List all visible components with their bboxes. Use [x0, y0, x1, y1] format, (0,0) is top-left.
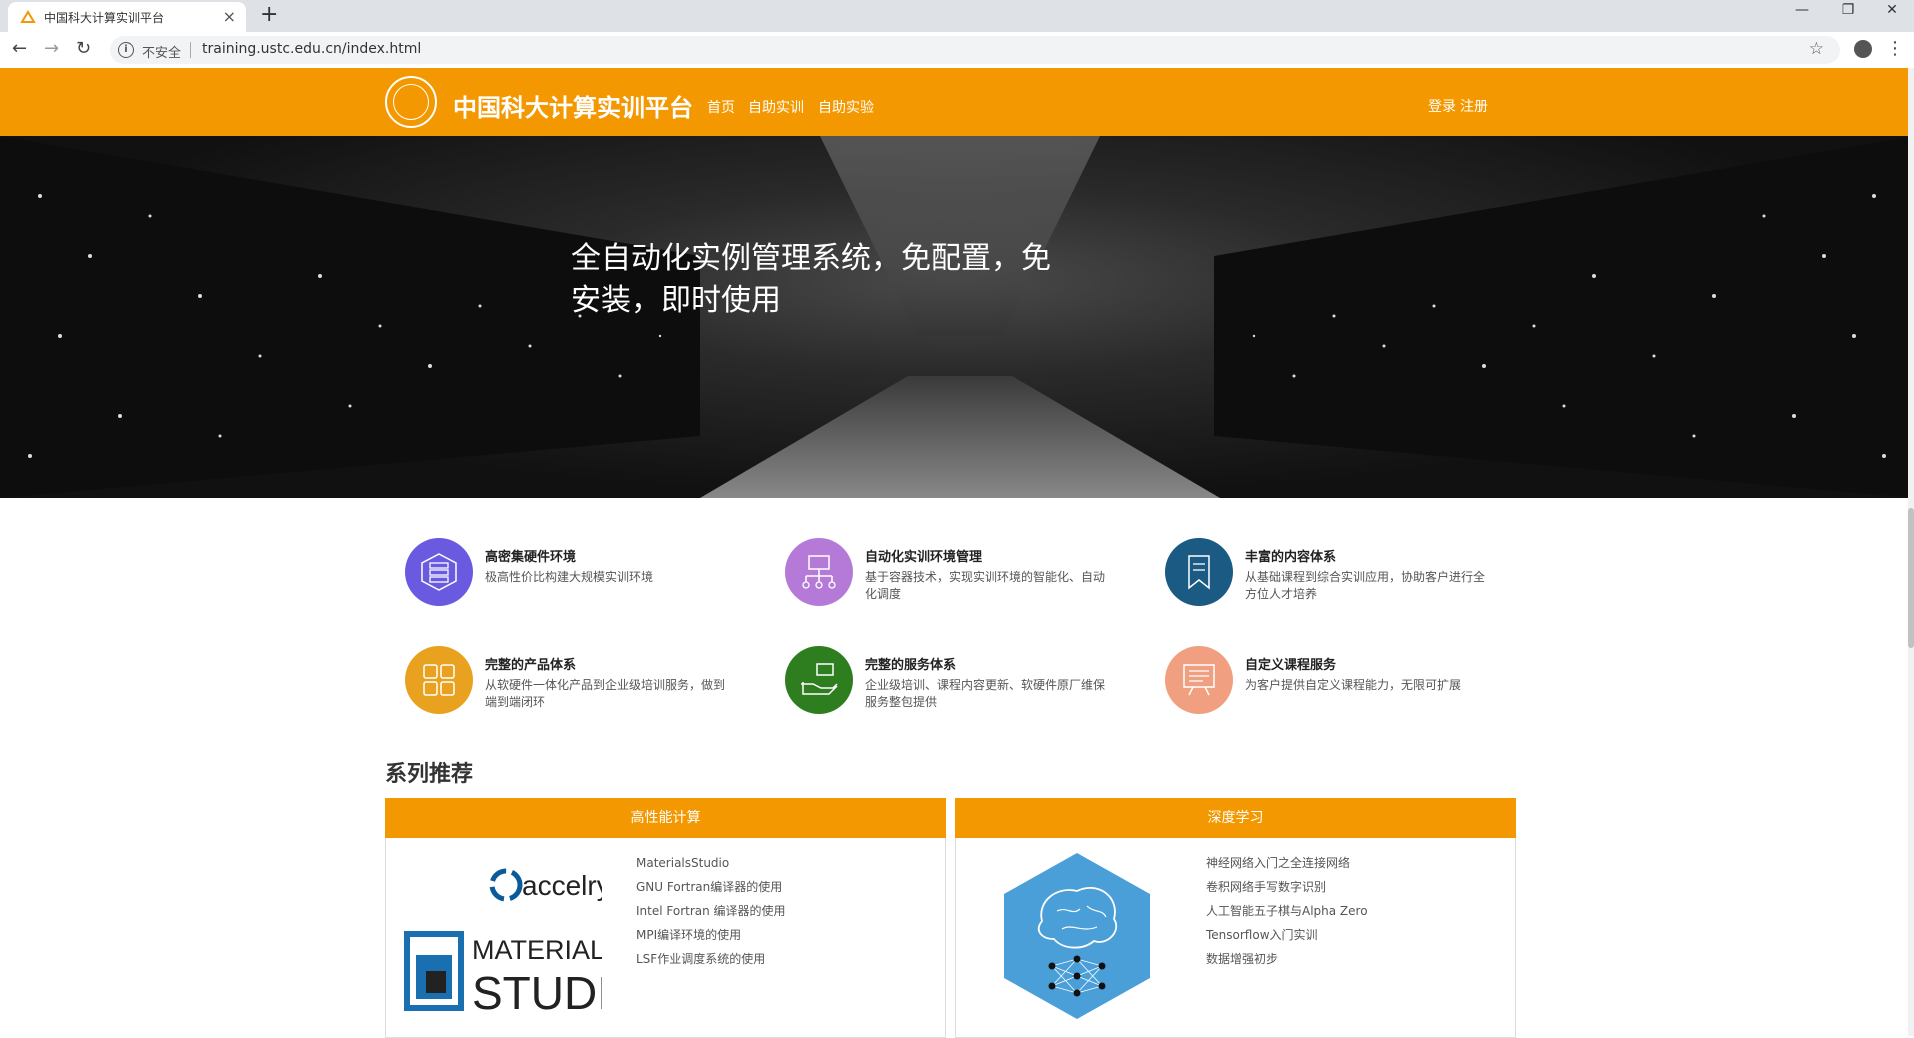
bookmark-star-icon[interactable]: ☆ [1809, 39, 1824, 59]
nav-self-training[interactable]: 自助实训 [748, 97, 804, 117]
service-icon [801, 663, 838, 695]
reload-icon[interactable]: ↻ [76, 38, 91, 59]
presentation-icon [1183, 664, 1215, 696]
network-icon [802, 555, 836, 589]
info-icon[interactable]: i [118, 42, 134, 58]
studio-text: STUDIO [472, 967, 602, 1019]
feature-desc: 为客户提供自定义课程能力，无限可扩展 [1245, 678, 1462, 692]
forward-icon[interactable]: → [44, 38, 59, 59]
list-item[interactable]: 神经网络入门之全连接网络 [1206, 851, 1368, 875]
materials-studio-logo-icon[interactable]: accelrys MATERIALS STUDIO [402, 851, 602, 1031]
feature-icon-circle [405, 538, 473, 606]
feature-service: 完整的服务体系 企业级培训、课程内容更新、软硬件原厂维保服务整包提供 [785, 646, 1125, 718]
server-icon [421, 553, 457, 591]
feature-title: 完整的产品体系 [485, 658, 577, 673]
close-window-button[interactable]: ✕ [1872, 2, 1912, 18]
feature-desc: 从基础课程到综合实训应用，协助客户进行全方位人才培养 [1245, 570, 1486, 601]
feature-automation: 自动化实训环境管理 基于容器技术，实现实训环境的智能化、自动化调度 [785, 538, 1125, 610]
feature-icon-circle [1165, 646, 1233, 714]
tab-title: 中国科大计算实训平台 [44, 11, 165, 25]
address-bar: ← → ↻ i 不安全 training.ustc.edu.cn/index.h… [0, 32, 1914, 69]
hero-line-1: 全自动化实例管理系统，免配置，免 [571, 241, 1051, 276]
new-tab-button[interactable]: + [260, 2, 278, 27]
login-link[interactable]: 登录 [1428, 96, 1456, 116]
feature-desc: 企业级培训、课程内容更新、软硬件原厂维保服务整包提供 [865, 678, 1106, 709]
feature-icon-circle [1165, 538, 1233, 606]
browser-tab[interactable]: 中国科大计算实训平台 × [8, 2, 246, 32]
grid-icon [423, 664, 455, 696]
close-tab-icon[interactable]: × [223, 7, 236, 26]
feature-desc: 基于容器技术，实现实训环境的智能化、自动化调度 [865, 570, 1106, 601]
server-rack-right-graphic [1214, 136, 1914, 498]
series-card-deep-learning: 深度学习 神经网络入门之全连接网络 卷积网络手写数字识别 人工智能五子棋与Alp… [955, 798, 1516, 1038]
feature-hardware: 高密集硬件环境 极高性价比构建大规模实训环境 [405, 538, 745, 610]
site-title[interactable]: 中国科大计算实训平台 [453, 88, 693, 123]
back-icon[interactable]: ← [12, 38, 27, 59]
feature-custom-course: 自定义课程服务 为客户提供自定义课程能力，无限可扩展 [1165, 646, 1505, 718]
hero-line-2: 安装，即时使用 [571, 283, 781, 318]
feature-product: 完整的产品体系 从软硬件一体化产品到企业级培训服务，做到端到端闭环 [405, 646, 745, 718]
list-item[interactable]: GNU Fortran编译器的使用 [636, 875, 786, 899]
bookmark-icon [1188, 555, 1210, 590]
feature-title: 自动化实训环境管理 [865, 550, 983, 565]
list-item[interactable]: LSF作业调度系统的使用 [636, 947, 786, 971]
register-link[interactable]: 注册 [1460, 96, 1488, 116]
brain-network-icon[interactable] [1002, 851, 1152, 1021]
card-title[interactable]: 高性能计算 [385, 798, 946, 838]
feature-title: 丰富的内容体系 [1245, 550, 1337, 565]
site-header: 中国科大计算实训平台 首页 自助实训 自助实验 登录 注册 [0, 68, 1914, 136]
feature-desc: 从软硬件一体化产品到企业级培训服务，做到端到端闭环 [485, 678, 726, 709]
list-item[interactable]: 人工智能五子棋与Alpha Zero [1206, 899, 1368, 923]
list-item[interactable]: MPI编译环境的使用 [636, 923, 786, 947]
url-text[interactable]: training.ustc.edu.cn/index.html [202, 41, 421, 57]
card-course-list: MaterialsStudio GNU Fortran编译器的使用 Intel … [636, 851, 786, 971]
minimize-button[interactable]: — [1782, 2, 1822, 18]
list-item[interactable]: MaterialsStudio [636, 851, 786, 875]
list-item[interactable]: 卷积网络手写数字识别 [1206, 875, 1368, 899]
feature-icon-circle [785, 646, 853, 714]
card-title[interactable]: 深度学习 [955, 798, 1516, 838]
list-item[interactable]: Tensorflow入门实训 [1206, 923, 1368, 947]
feature-icon-circle [785, 538, 853, 606]
logo-inner-ring [393, 84, 429, 120]
feature-content: 丰富的内容体系 从基础课程到综合实训应用，协助客户进行全方位人才培养 [1165, 538, 1505, 610]
materials-text: MATERIALS [472, 935, 602, 965]
feature-desc: 极高性价比构建大规模实训环境 [485, 570, 654, 584]
accelrys-text: accelrys [522, 870, 602, 901]
feature-title: 完整的服务体系 [865, 658, 957, 673]
hero-floor-graphic [700, 376, 1220, 498]
nav-self-experiment[interactable]: 自助实验 [818, 97, 874, 117]
hero-banner: 全自动化实例管理系统，免配置，免 安装，即时使用 [0, 136, 1914, 498]
list-item[interactable]: 数据增强初步 [1206, 947, 1368, 971]
series-section-title: 系列推荐 [385, 762, 474, 787]
browser-menu-icon[interactable]: ⋮ [1886, 38, 1904, 59]
feature-title: 高密集硬件环境 [485, 550, 577, 565]
insecure-label: 不安全 [142, 46, 182, 61]
feature-title: 自定义课程服务 [1245, 658, 1337, 673]
omnibox-separator [190, 42, 191, 58]
ustc-logo-icon[interactable] [385, 76, 437, 128]
omnibox[interactable]: i 不安全 training.ustc.edu.cn/index.html ☆ [110, 36, 1840, 64]
profile-icon[interactable] [1854, 40, 1872, 58]
restore-button[interactable]: ❐ [1828, 2, 1868, 18]
series-card-hpc: 高性能计算 accelrys MATERIALS STUDIO Material… [385, 798, 946, 1038]
hero-headline: 全自动化实例管理系统，免配置，免 安装，即时使用 [571, 238, 1071, 322]
nav-home[interactable]: 首页 [707, 97, 735, 117]
browser-tabstrip: 中国科大计算实训平台 × + — ❐ ✕ [0, 0, 1914, 32]
scrollbar-thumb[interactable] [1908, 508, 1914, 648]
page-scrollbar[interactable] [1908, 68, 1914, 1036]
card-course-list: 神经网络入门之全连接网络 卷积网络手写数字识别 人工智能五子棋与Alpha Ze… [1206, 851, 1368, 971]
feature-icon-circle [405, 646, 473, 714]
site-favicon-icon [20, 10, 36, 23]
list-item[interactable]: Intel Fortran 编译器的使用 [636, 899, 786, 923]
